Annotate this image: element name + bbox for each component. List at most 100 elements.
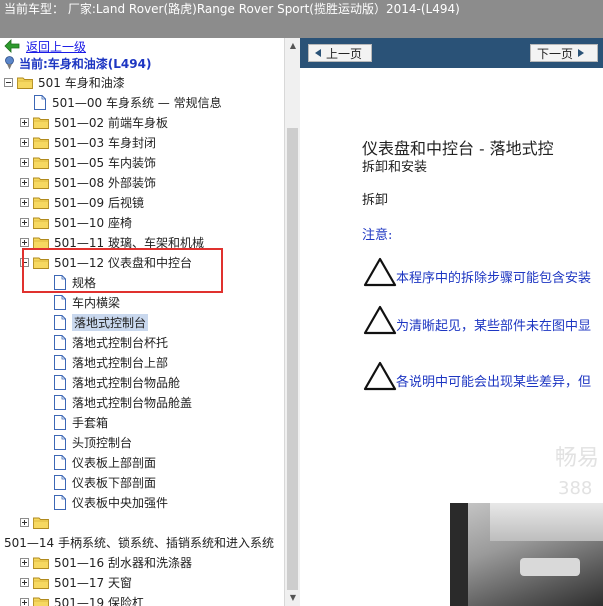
warning-2: 为清晰起见，某些部件未在图中显	[362, 304, 591, 336]
document-icon	[54, 434, 66, 450]
collapse-icon[interactable]	[4, 77, 13, 87]
folder-icon	[33, 516, 49, 529]
document-icon	[54, 334, 66, 350]
folder-icon	[33, 176, 49, 189]
tree-item[interactable]: 501—00 车身系统 — 常规信息	[34, 92, 222, 112]
warning-text: 为清晰起见，某些部件未在图中显	[396, 319, 592, 334]
tree-item-label: 落地式控制台	[72, 313, 149, 331]
tree-item-label: 501—02 前端车身板	[54, 115, 168, 130]
warning-triangle-icon	[363, 361, 397, 391]
title-bar: 当前车型： 厂家:Land Rover(路虎)Range Rover Sport…	[0, 0, 603, 38]
tree-item[interactable]: 仪表板中央加强件	[54, 492, 168, 512]
tree-item[interactable]: 501—05 车内装饰	[20, 152, 156, 172]
tree-scrollbar[interactable]: ▲ ▼	[284, 38, 301, 606]
folder-icon	[17, 76, 33, 89]
expand-icon[interactable]	[20, 577, 29, 587]
expand-icon[interactable]	[20, 157, 29, 167]
tree-item-label: 501—08 外部装饰	[54, 175, 156, 190]
tree-item[interactable]: 501—08 外部装饰	[20, 172, 156, 192]
expand-icon[interactable]	[20, 597, 29, 606]
scroll-down-icon[interactable]: ▼	[285, 590, 301, 606]
next-arrow-icon	[578, 49, 585, 57]
tree-item-label: 仪表板中央加强件	[72, 495, 169, 510]
tree-item[interactable]: 头顶控制台	[54, 432, 132, 452]
tree-item[interactable]: 501—03 车身封闭	[20, 132, 156, 152]
tree-item[interactable]: 落地式控制台杯托	[54, 332, 168, 352]
tree-item[interactable]: 501—16 刮水器和洗涤器	[20, 552, 192, 572]
tree-item[interactable]: 落地式控制台物品舱盖	[54, 392, 192, 412]
tree-item-label: 手套箱	[72, 415, 109, 430]
tree-item-label: 501—05 车内装饰	[54, 155, 156, 170]
document-icon	[54, 414, 66, 430]
folder-icon	[33, 556, 49, 569]
tree-item-label: 车内横梁	[72, 295, 121, 310]
document-pane: 上一页 下一页 仪表盘和中控台 - 落地式控 拆卸和安装 拆卸 注意: 本程序中…	[300, 38, 603, 606]
tree-item[interactable]: 车内横梁	[54, 292, 120, 312]
tree-item-label: 落地式控制台物品舱	[72, 375, 181, 390]
current-location: 当前:车身和油漆(L494)	[4, 54, 151, 72]
back-link-label: 返回上一级	[26, 39, 87, 54]
document-subtitle: 拆卸和安装	[362, 160, 428, 175]
navigation-tree: 返回上一级 当前:车身和油漆(L494) 501 车身和油漆 501—00 车身系…	[0, 38, 300, 606]
expand-icon[interactable]	[20, 517, 29, 527]
folder-icon	[33, 576, 49, 589]
tree-item[interactable]: 手套箱	[54, 412, 108, 432]
note-label: 注意:	[362, 228, 393, 243]
tree-item-label: 501—10 座椅	[54, 215, 132, 230]
folder-icon	[33, 136, 49, 149]
tree-item[interactable]: 仪表板下部剖面	[54, 472, 156, 492]
photo-slot	[520, 558, 580, 576]
expand-icon[interactable]	[20, 177, 29, 187]
tree-item-label: 仪表板下部剖面	[72, 475, 157, 490]
tree-item[interactable]: 501—14 手柄系统、锁系统、插销系统和进入系统	[4, 532, 274, 552]
expand-icon[interactable]	[20, 557, 29, 567]
folder-icon	[33, 156, 49, 169]
tree-item-label: 501—03 车身封闭	[54, 135, 156, 150]
expand-icon[interactable]	[20, 197, 29, 207]
tree-item[interactable]: 501—02 前端车身板	[20, 112, 168, 132]
tree-item[interactable]: 仪表板上部剖面	[54, 452, 156, 472]
document-icon	[54, 474, 66, 490]
tree-item[interactable]: 落地式控制台上部	[54, 352, 168, 372]
vehicle-title: 当前车型： 厂家:Land Rover(路虎)Range Rover Sport…	[4, 2, 460, 16]
document-icon	[54, 494, 66, 510]
expand-icon[interactable]	[20, 137, 29, 147]
tree-item[interactable]: 落地式控制台物品舱	[54, 372, 180, 392]
scrollbar-thumb[interactable]	[287, 128, 298, 598]
component-photo	[450, 503, 603, 606]
tree-item-label: 仪表板上部剖面	[72, 455, 157, 470]
document-icon	[54, 354, 66, 370]
expand-icon[interactable]	[20, 117, 29, 127]
expand-icon[interactable]	[20, 237, 29, 247]
tree-item[interactable]	[20, 512, 54, 532]
warning-text: 本程序中的拆除步骤可能包含安装	[396, 271, 592, 286]
tree-item[interactable]: 落地式控制台	[54, 312, 149, 332]
document-icon	[54, 314, 66, 330]
tree-item-label: 501—00 车身系统 — 常规信息	[52, 95, 222, 110]
tree-item[interactable]: 501—17 天窗	[20, 572, 132, 592]
back-link[interactable]: 返回上一级	[4, 38, 86, 54]
tree-item-label: 落地式控制台上部	[72, 355, 169, 370]
tree-item-label: 501—17 天窗	[54, 575, 132, 590]
tree-item-label: 落地式控制台物品舱盖	[72, 395, 193, 410]
tree-item-label: 501—14 手柄系统、锁系统、插销系统和进入系统	[4, 535, 274, 550]
folder-icon	[33, 596, 49, 606]
prev-arrow-icon	[315, 49, 321, 57]
scroll-up-icon[interactable]: ▲	[285, 38, 301, 54]
highlight-annotation	[22, 248, 223, 293]
tree-item[interactable]: 501 车身和油漆	[4, 72, 125, 92]
document-icon	[34, 94, 46, 110]
tree-item-label: 头顶控制台	[72, 435, 133, 450]
document-icon	[54, 394, 66, 410]
tree-item-label: 501 车身和油漆	[38, 75, 125, 90]
folder-icon	[33, 236, 49, 249]
expand-icon[interactable]	[20, 217, 29, 227]
warning-triangle-icon	[363, 305, 397, 335]
tree-item[interactable]: 501—19 保险杠	[20, 592, 144, 606]
prev-page-button[interactable]: 上一页	[308, 44, 372, 62]
back-arrow-icon	[4, 39, 20, 53]
next-page-button[interactable]: 下一页	[530, 44, 598, 62]
tree-item[interactable]: 501—09 后视镜	[20, 192, 144, 212]
tree-item-label: 501—19 保险杠	[54, 595, 144, 606]
tree-item[interactable]: 501—10 座椅	[20, 212, 132, 232]
